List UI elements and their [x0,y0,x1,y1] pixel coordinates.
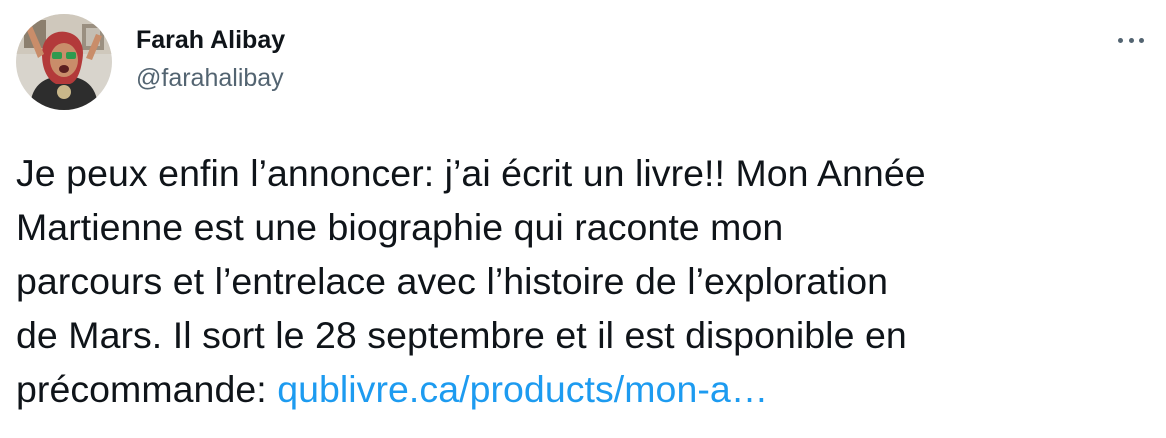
tweet-text-prefix: précommande: [16,368,278,410]
tweet-text-line: de Mars. Il sort le 28 septembre et il e… [16,314,907,356]
display-name[interactable]: Farah Alibay [136,24,285,56]
tweet-link[interactable]: qublivre.ca/products/mon-a… [277,368,768,410]
more-dot [1128,37,1134,43]
tweet-text: Je peux enfin l’annoncer: j’ai écrit un … [16,146,1146,416]
avatar[interactable] [16,14,112,110]
tweet-text-line-last: précommande: qublivre.ca/products/mon-a… [16,362,1146,416]
tweet-header: Farah Alibay @farahalibay [16,14,1150,110]
avatar-image [16,14,112,110]
tweet-text-line: Je peux enfin l’annoncer: j’ai écrit un … [16,152,926,194]
more-dot [1118,37,1123,43]
author-names: Farah Alibay @farahalibay [136,24,285,94]
user-handle[interactable]: @farahalibay [136,62,285,94]
tweet: Farah Alibay @farahalibay Je peux enfin … [0,0,1166,438]
tweet-text-line: parcours et l’entrelace avec l’histoire … [16,260,889,302]
tweet-text-line: Martienne est une biographie qui raconte… [16,206,784,248]
more-options-icon[interactable] [1116,30,1146,50]
more-dot [1139,37,1144,43]
